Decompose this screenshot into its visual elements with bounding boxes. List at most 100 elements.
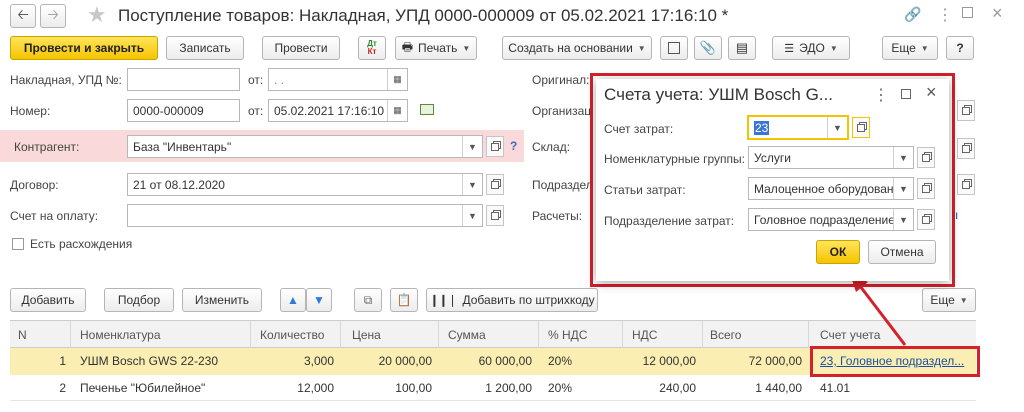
dropdown-icon[interactable]: ▼ — [462, 136, 482, 157]
col-header-account[interactable]: Счет учета — [820, 328, 880, 342]
contract-input[interactable]: 21 от 08.12.2020 ▼ — [127, 173, 483, 196]
cell-item: УШМ Bosch GWS 22-230 — [80, 354, 218, 368]
structure-button[interactable] — [660, 36, 688, 60]
calendar-icon[interactable]: ▦ — [387, 100, 407, 121]
kt-label: Кт — [367, 47, 377, 56]
open-cost-items-icon[interactable] — [917, 178, 935, 199]
print-button[interactable]: 🖶 Печать ▼ — [395, 36, 477, 60]
dialog-maximize-icon[interactable] — [901, 89, 911, 99]
invoice-number-input[interactable] — [127, 68, 240, 91]
move-up-button[interactable]: ▲ — [280, 288, 306, 312]
add-by-barcode-button[interactable]: ❙❙❘ Добавить по штрихкоду — [426, 288, 598, 312]
dropdown-icon[interactable]: ▼ — [893, 209, 913, 230]
open-contract-icon[interactable] — [486, 174, 504, 195]
col-header-vat[interactable]: НДС — [632, 328, 657, 342]
cost-account-label: Счет затрат: — [604, 122, 674, 136]
ok-button[interactable]: ОК — [816, 240, 860, 264]
maximize-icon[interactable] — [962, 7, 973, 18]
dropdown-icon[interactable]: ▼ — [827, 117, 847, 138]
cost-division-input[interactable]: Головное подразделение ▼ — [748, 208, 914, 231]
col-header-vat-rate[interactable]: % НДС — [548, 328, 587, 342]
calendar-icon[interactable]: ▦ — [387, 69, 407, 90]
nomenclature-groups-input[interactable]: Услуги ▼ — [748, 146, 914, 169]
open-cost-division-icon[interactable] — [917, 209, 935, 230]
col-header-n[interactable]: N — [18, 328, 27, 342]
col-header-qty[interactable]: Количество — [260, 328, 324, 342]
dialog-close-icon[interactable]: × — [926, 82, 937, 103]
help-question-icon[interactable]: ? — [510, 139, 517, 153]
dropdown-icon[interactable]: ▼ — [893, 178, 913, 199]
close-icon[interactable]: × — [992, 3, 1003, 24]
col-header-total[interactable]: Всего — [710, 328, 741, 342]
structure-icon — [668, 42, 680, 54]
payment-invoice-input[interactable]: ▼ — [127, 204, 483, 227]
number-label: Номер: — [10, 104, 51, 118]
open-nomenclature-groups-icon[interactable] — [917, 147, 935, 168]
arrow-down-icon: ▼ — [313, 293, 325, 307]
col-header-price[interactable]: Цена — [352, 328, 381, 342]
post-and-close-label: Провести и закрыть — [23, 41, 145, 55]
open-warehouse-icon[interactable] — [957, 138, 975, 159]
number-input[interactable]: 0000-000009 — [127, 99, 240, 122]
back-button[interactable]: 🡠 — [10, 4, 36, 28]
cell-total: 1 440,00 — [755, 381, 802, 395]
pick-button[interactable]: Подбор — [104, 288, 174, 312]
forward-arrow-icon: 🡢 — [47, 6, 59, 22]
counterparty-input[interactable]: База "Инвентарь" ▼ — [127, 135, 483, 158]
status-green-icon[interactable] — [420, 104, 434, 115]
cell-n: 2 — [59, 381, 66, 395]
favorite-star-icon[interactable]: ★ — [87, 2, 107, 28]
open-payment-invoice-icon[interactable] — [486, 205, 504, 226]
cost-items-value: Малоценное оборудовани — [754, 181, 901, 196]
create-based-on-button[interactable]: Создать на основании ▼ — [502, 36, 652, 60]
cancel-button[interactable]: Отмена — [868, 240, 936, 264]
number-date-input[interactable]: 05.02.2021 17:16:10 ▦ — [268, 99, 408, 122]
more-vertical-icon[interactable]: ⋮ — [937, 5, 953, 25]
save-button[interactable]: Записать — [166, 36, 244, 60]
cost-account-input[interactable]: 23 ▼ — [748, 116, 848, 139]
dialog-title: Счета учета: УШМ Bosch G... — [604, 85, 833, 104]
cost-division-label: Подразделение затрат: — [604, 214, 735, 228]
add-row-button[interactable]: Добавить — [10, 288, 86, 312]
table-more-button[interactable]: Еще ▼ — [922, 288, 976, 312]
invoice-date-input[interactable]: . . ▦ — [268, 68, 408, 91]
table-row[interactable]: 2 Печенье "Юбилейное" 12,000 100,00 1 20… — [10, 375, 976, 401]
forward-button[interactable]: 🡢 — [40, 4, 66, 28]
copy-button[interactable]: ⧉ — [354, 288, 382, 312]
open-division-icon[interactable] — [957, 174, 975, 195]
settlements-link-fragment-icon[interactable]: ı — [955, 208, 958, 222]
col-header-item[interactable]: Номенклатура — [80, 328, 161, 342]
dialog-more-icon[interactable]: ⋮ — [873, 85, 889, 105]
cancel-label: Отмена — [880, 245, 924, 259]
cell-sum: 1 200,00 — [485, 381, 532, 395]
contract-label: Договор: — [10, 178, 59, 192]
cost-items-input[interactable]: Малоценное оборудовани ▼ — [748, 177, 914, 200]
cell-vat-rate: 20% — [548, 381, 573, 395]
post-button[interactable]: Провести — [262, 36, 340, 60]
attach-button[interactable]: 📎 — [694, 36, 722, 60]
add-row-label: Добавить — [21, 293, 75, 307]
arrow-up-icon: ▲ — [287, 293, 299, 307]
move-down-button[interactable]: ▼ — [306, 288, 332, 312]
edo-button[interactable]: ☰ ЭДО ▼ — [772, 36, 850, 60]
discrepancy-checkbox[interactable] — [12, 238, 24, 250]
back-arrow-icon: 🡠 — [17, 6, 29, 22]
more-label: Еще — [891, 41, 916, 55]
dropdown-icon[interactable]: ▼ — [462, 205, 482, 226]
post-and-close-button[interactable]: Провести и закрыть — [10, 36, 158, 60]
dt-kt-button[interactable]: Дт Кт — [358, 36, 386, 60]
discrepancy-label: Есть расхождения — [30, 237, 133, 251]
open-counterparty-icon[interactable] — [486, 136, 504, 157]
more-button[interactable]: Еще ▼ — [882, 36, 938, 60]
paste-button[interactable]: 📋 — [390, 288, 418, 312]
link-icon[interactable]: 🔗 — [904, 6, 921, 23]
dropdown-icon[interactable]: ▼ — [893, 147, 913, 168]
report-button[interactable]: ▤ — [728, 36, 756, 60]
dropdown-icon[interactable]: ▼ — [462, 174, 482, 195]
change-button[interactable]: Изменить — [182, 288, 262, 312]
open-organization-icon[interactable] — [957, 100, 975, 121]
help-button[interactable]: ? — [946, 36, 974, 60]
open-cost-account-icon[interactable] — [852, 117, 870, 138]
cell-account[interactable]: 41.01 — [820, 381, 850, 395]
col-header-sum[interactable]: Сумма — [448, 328, 486, 342]
